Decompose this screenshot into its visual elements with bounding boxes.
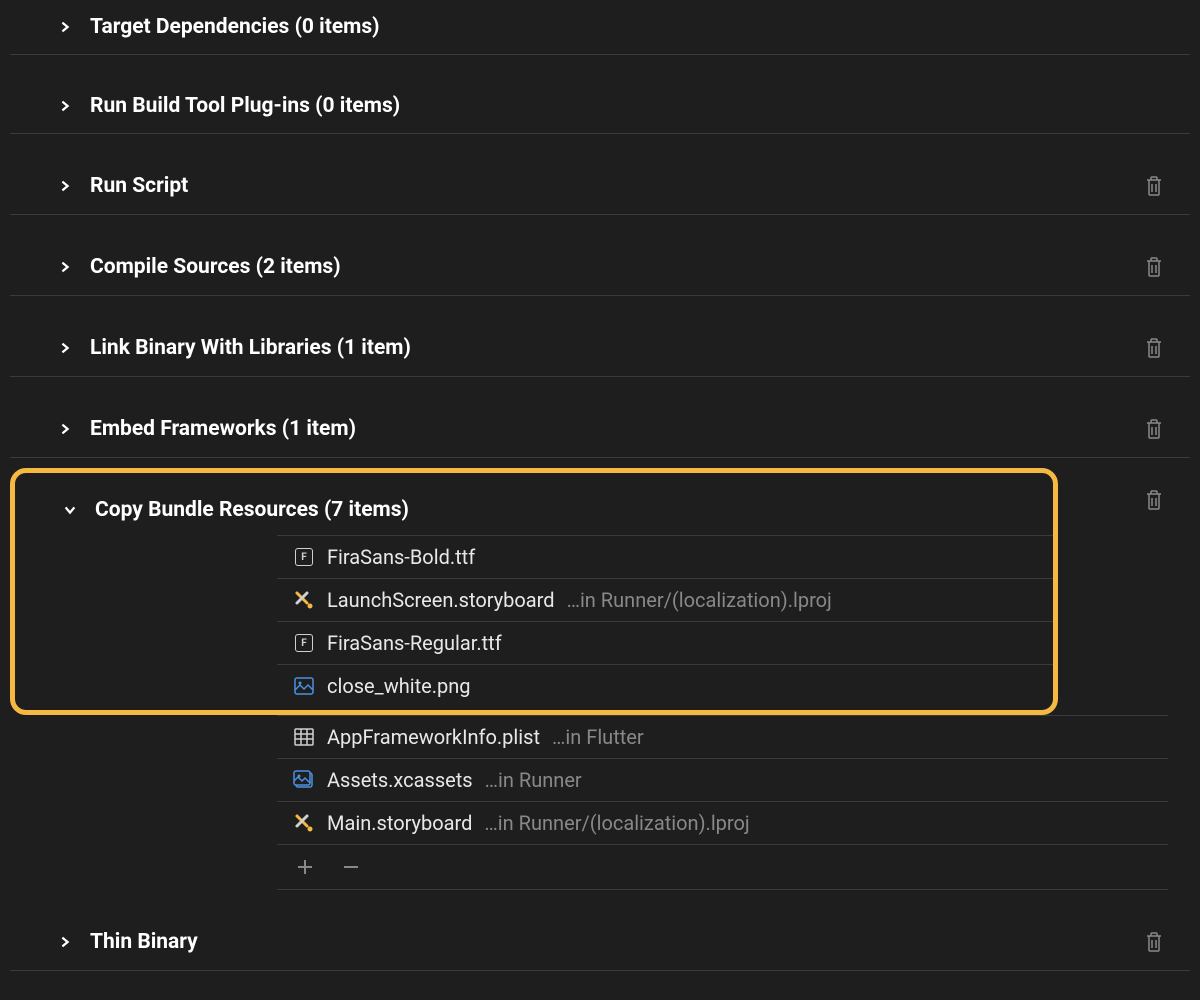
phase-link-binary[interactable]: Link Binary With Libraries (1 item) [10,320,1190,377]
phase-embed-frameworks[interactable]: Embed Frameworks (1 item) [10,401,1190,458]
chevron-right-icon[interactable] [52,93,78,119]
item-path: …in Runner/(localization).lproj [567,588,832,612]
chevron-right-icon[interactable] [52,254,78,280]
trash-icon[interactable] [1140,172,1168,200]
item-name: LaunchScreen.storyboard [327,588,555,612]
resource-item[interactable]: F FiraSans-Bold.ttf [277,535,1053,578]
image-file-icon [293,675,315,697]
item-name: FiraSans-Bold.ttf [327,545,475,569]
assets-folder-icon [293,769,315,791]
plus-icon[interactable] [293,855,317,879]
phase-title: Target Dependencies (0 items) [90,15,1190,39]
storyboard-file-icon [293,812,315,834]
phase-title: Link Binary With Libraries (1 item) [90,336,1140,360]
font-file-icon: F [293,632,315,654]
plist-file-icon [293,726,315,748]
phase-title: Run Script [90,174,1140,198]
trash-icon[interactable] [1140,486,1168,514]
phase-thin-binary[interactable]: Thin Binary [10,914,1190,971]
phase-compile-sources[interactable]: Compile Sources (2 items) [10,239,1190,296]
chevron-right-icon[interactable] [52,14,78,40]
item-path: …in Runner/(localization).lproj [484,811,749,835]
phase-run-script[interactable]: Run Script [10,158,1190,215]
item-name: FiraSans-Regular.ttf [327,631,502,655]
phase-title: Thin Binary [90,930,1140,954]
chevron-down-icon[interactable] [57,497,83,523]
resource-item[interactable]: Main.storyboard …in Runner/(localization… [277,801,1168,844]
trash-icon[interactable] [1140,415,1168,443]
phase-title: Copy Bundle Resources (7 items) [95,498,1053,522]
trash-icon[interactable] [1140,334,1168,362]
highlight-box: Copy Bundle Resources (7 items) F FiraSa… [10,468,1058,715]
trash-icon[interactable] [1140,253,1168,281]
chevron-right-icon[interactable] [52,173,78,199]
phase-title: Embed Frameworks (1 item) [90,417,1140,441]
minus-icon[interactable] [339,855,363,879]
resource-item[interactable]: F FiraSans-Regular.ttf [277,621,1053,664]
chevron-right-icon[interactable] [52,929,78,955]
resource-item[interactable]: AppFrameworkInfo.plist …in Flutter [277,715,1168,758]
font-file-icon: F [293,546,315,568]
item-path: …in Flutter [552,725,644,749]
storyboard-file-icon [293,589,315,611]
phase-title: Run Build Tool Plug-ins (0 items) [90,94,1190,118]
item-name: close_white.png [327,674,471,698]
phase-title: Compile Sources (2 items) [90,255,1140,279]
resource-item[interactable]: close_white.png [277,664,1053,710]
item-name: Assets.xcassets [327,768,473,792]
item-path: …in Runner [485,768,582,792]
phase-target-dependencies[interactable]: Target Dependencies (0 items) [10,0,1190,55]
trash-icon[interactable] [1140,928,1168,956]
item-name: AppFrameworkInfo.plist [327,725,540,749]
resource-item[interactable]: Assets.xcassets …in Runner [277,758,1168,801]
chevron-right-icon[interactable] [52,335,78,361]
resource-item[interactable]: LaunchScreen.storyboard …in Runner/(loca… [277,578,1053,621]
chevron-right-icon[interactable] [52,416,78,442]
phase-copy-bundle-resources[interactable]: Copy Bundle Resources (7 items) [15,473,1053,535]
add-remove-toolbar [277,844,1168,890]
item-name: Main.storyboard [327,811,472,835]
phase-plugins[interactable]: Run Build Tool Plug-ins (0 items) [10,79,1190,134]
